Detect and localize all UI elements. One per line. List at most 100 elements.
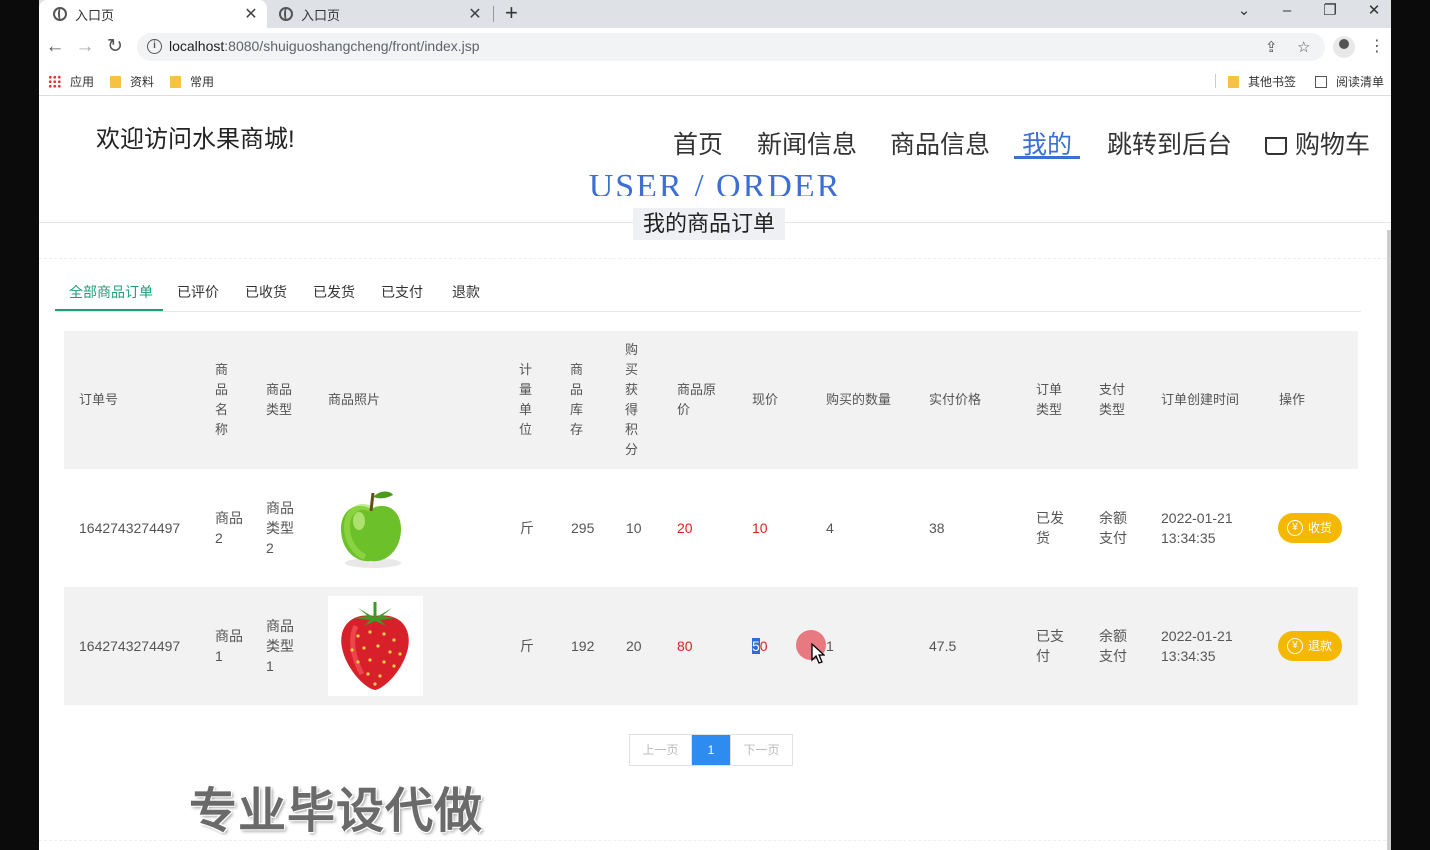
- bookmark-separator: [1215, 74, 1216, 88]
- order-filter-tabs: 全部商品订单 已评价 已收货 已发货 已支付 退款: [55, 272, 1361, 312]
- tab-reviewed[interactable]: 已评价: [177, 282, 219, 302]
- bookmark-star-icon[interactable]: ☆: [1297, 38, 1310, 56]
- active-tab-underline: [55, 309, 163, 311]
- browser-window: 入口页 ✕ 入口页 ✕ + ⌄ – ❐ ✕ ← → ↻ i localhost:…: [39, 0, 1391, 850]
- nav-home[interactable]: 首页: [673, 125, 723, 161]
- order-type: 已支付: [1036, 628, 1064, 664]
- divider: [39, 258, 1391, 259]
- back-icon[interactable]: ←: [42, 34, 68, 60]
- bookmark-folder-resources[interactable]: 资料: [110, 73, 154, 90]
- tab-title: 入口页: [75, 7, 115, 23]
- close-tab-icon[interactable]: ✕: [241, 4, 261, 24]
- address-bar[interactable]: i localhost:8080/shuiguoshangcheng/front…: [137, 33, 1325, 61]
- profile-avatar-icon[interactable]: [1333, 36, 1355, 58]
- nav-news[interactable]: 新闻信息: [757, 125, 857, 161]
- tab-separator: [493, 6, 494, 22]
- close-window-icon[interactable]: ✕: [1359, 0, 1389, 26]
- next-page-button[interactable]: 下一页: [730, 735, 792, 765]
- header-action: 操作: [1279, 392, 1306, 407]
- pay-type: 余额支付: [1099, 628, 1127, 664]
- header-created-time: 订单创建时间: [1161, 392, 1240, 407]
- original-price: 20: [677, 520, 693, 536]
- tab-search-icon[interactable]: ⌄: [1229, 0, 1259, 26]
- tab-received[interactable]: 已收货: [245, 282, 287, 302]
- globe-icon: [279, 7, 293, 21]
- points: 20: [626, 638, 642, 654]
- header-current-price: 现价: [752, 392, 779, 407]
- header-points: 购买获得积分: [625, 342, 639, 457]
- folder-icon: [1228, 75, 1239, 88]
- close-tab-icon[interactable]: ✕: [465, 4, 485, 24]
- nav-products[interactable]: 商品信息: [890, 125, 990, 161]
- strawberry-image: [328, 596, 423, 696]
- header-product-name: 商品名称: [215, 362, 229, 437]
- header-stock: 商品库存: [570, 362, 584, 437]
- pagination: 上一页 1 下一页: [629, 734, 793, 766]
- current-price: 10: [752, 520, 768, 536]
- section-title-en: USER / ORDER: [588, 170, 842, 196]
- current-price: 50: [752, 638, 768, 654]
- pay-type: 余额支付: [1099, 510, 1127, 546]
- header-product-type: 商品类型: [266, 382, 293, 417]
- created-time: 13:34:35: [1161, 648, 1216, 664]
- browser-menu-icon[interactable]: ⋮: [1369, 36, 1385, 58]
- new-tab-button[interactable]: +: [505, 0, 518, 28]
- confirm-receipt-button[interactable]: ¥ 收货: [1278, 513, 1342, 543]
- forward-icon[interactable]: →: [72, 34, 98, 60]
- minimize-icon[interactable]: –: [1272, 0, 1302, 26]
- table-header: 订单号 商品名称 商品类型 商品照片 计量单位 商品库存 购买获得积分 商品原价…: [64, 331, 1358, 469]
- reading-list-icon: [1315, 75, 1327, 88]
- tab-title: 入口页: [301, 7, 341, 23]
- quantity: 1: [826, 638, 834, 654]
- reading-list[interactable]: 阅读清单: [1315, 73, 1384, 90]
- tab-shipped[interactable]: 已发货: [313, 282, 355, 302]
- bookmark-other[interactable]: 其他书签: [1228, 73, 1296, 90]
- table-row: 1642743274497 商品2 商品类型2 斤 295 10 20 10 4…: [64, 469, 1358, 587]
- welcome-text: 欢迎访问水果商城!: [96, 126, 295, 153]
- folder-icon: [110, 75, 121, 88]
- product-type: 商品类型2: [266, 500, 294, 556]
- created-time: 13:34:35: [1161, 530, 1216, 546]
- tab-all-orders[interactable]: 全部商品订单: [69, 282, 153, 302]
- unit: 斤: [520, 638, 534, 654]
- order-number: 1642743274497: [79, 638, 181, 654]
- quantity: 4: [826, 520, 834, 536]
- tab-paid[interactable]: 已支付: [381, 282, 423, 302]
- scrollbar[interactable]: [1387, 230, 1391, 850]
- restore-icon[interactable]: ❐: [1315, 0, 1345, 26]
- globe-icon: [53, 7, 67, 21]
- section-title-cn: 我的商品订单: [633, 208, 786, 240]
- left-black-border: [0, 0, 39, 850]
- nav-cart[interactable]: 购物车: [1265, 125, 1370, 161]
- header-product-photo: 商品照片: [328, 392, 381, 407]
- reload-icon[interactable]: ↻: [102, 34, 128, 60]
- share-icon[interactable]: ⇪: [1265, 38, 1278, 56]
- tab-strip: 入口页 ✕ 入口页 ✕ + ⌄ – ❐ ✕: [39, 0, 1391, 28]
- refund-button[interactable]: ¥ 退款: [1278, 631, 1342, 661]
- browser-tab-2[interactable]: 入口页 ✕: [265, 0, 491, 28]
- original-price: 80: [677, 638, 693, 654]
- browser-tab-1[interactable]: 入口页 ✕: [39, 0, 267, 28]
- nav-admin[interactable]: 跳转到后台: [1107, 125, 1232, 161]
- header-unit: 计量单位: [519, 362, 533, 437]
- right-black-border: [1391, 0, 1430, 850]
- paid-price: 47.5: [929, 638, 957, 654]
- bookmarks-bar: 应用 资料 常用 其他书签 阅读清单: [39, 66, 1391, 96]
- site-info-icon[interactable]: i: [147, 39, 162, 54]
- tab-refund[interactable]: 退款: [452, 282, 480, 302]
- product-name: 商品2: [215, 510, 243, 546]
- bookmark-folder-common[interactable]: 常用: [170, 73, 214, 90]
- apps-grid-icon: [48, 75, 61, 88]
- apple-image: [341, 491, 401, 568]
- paid-price: 38: [929, 520, 945, 536]
- prev-page-button[interactable]: 上一页: [630, 735, 692, 765]
- unit: 斤: [520, 520, 534, 536]
- page-1-button[interactable]: 1: [692, 735, 730, 765]
- product-type: 商品类型1: [266, 618, 294, 674]
- address-url[interactable]: localhost:8080/shuiguoshangcheng/front/i…: [169, 38, 480, 54]
- mouse-cursor-icon: [811, 643, 825, 664]
- watermark-text: 专业毕设代做: [189, 785, 484, 838]
- bookmark-apps[interactable]: 应用: [48, 73, 94, 90]
- browser-toolbar: ← → ↻ i localhost:8080/shuiguoshangcheng…: [39, 28, 1391, 66]
- folder-icon: [170, 75, 181, 88]
